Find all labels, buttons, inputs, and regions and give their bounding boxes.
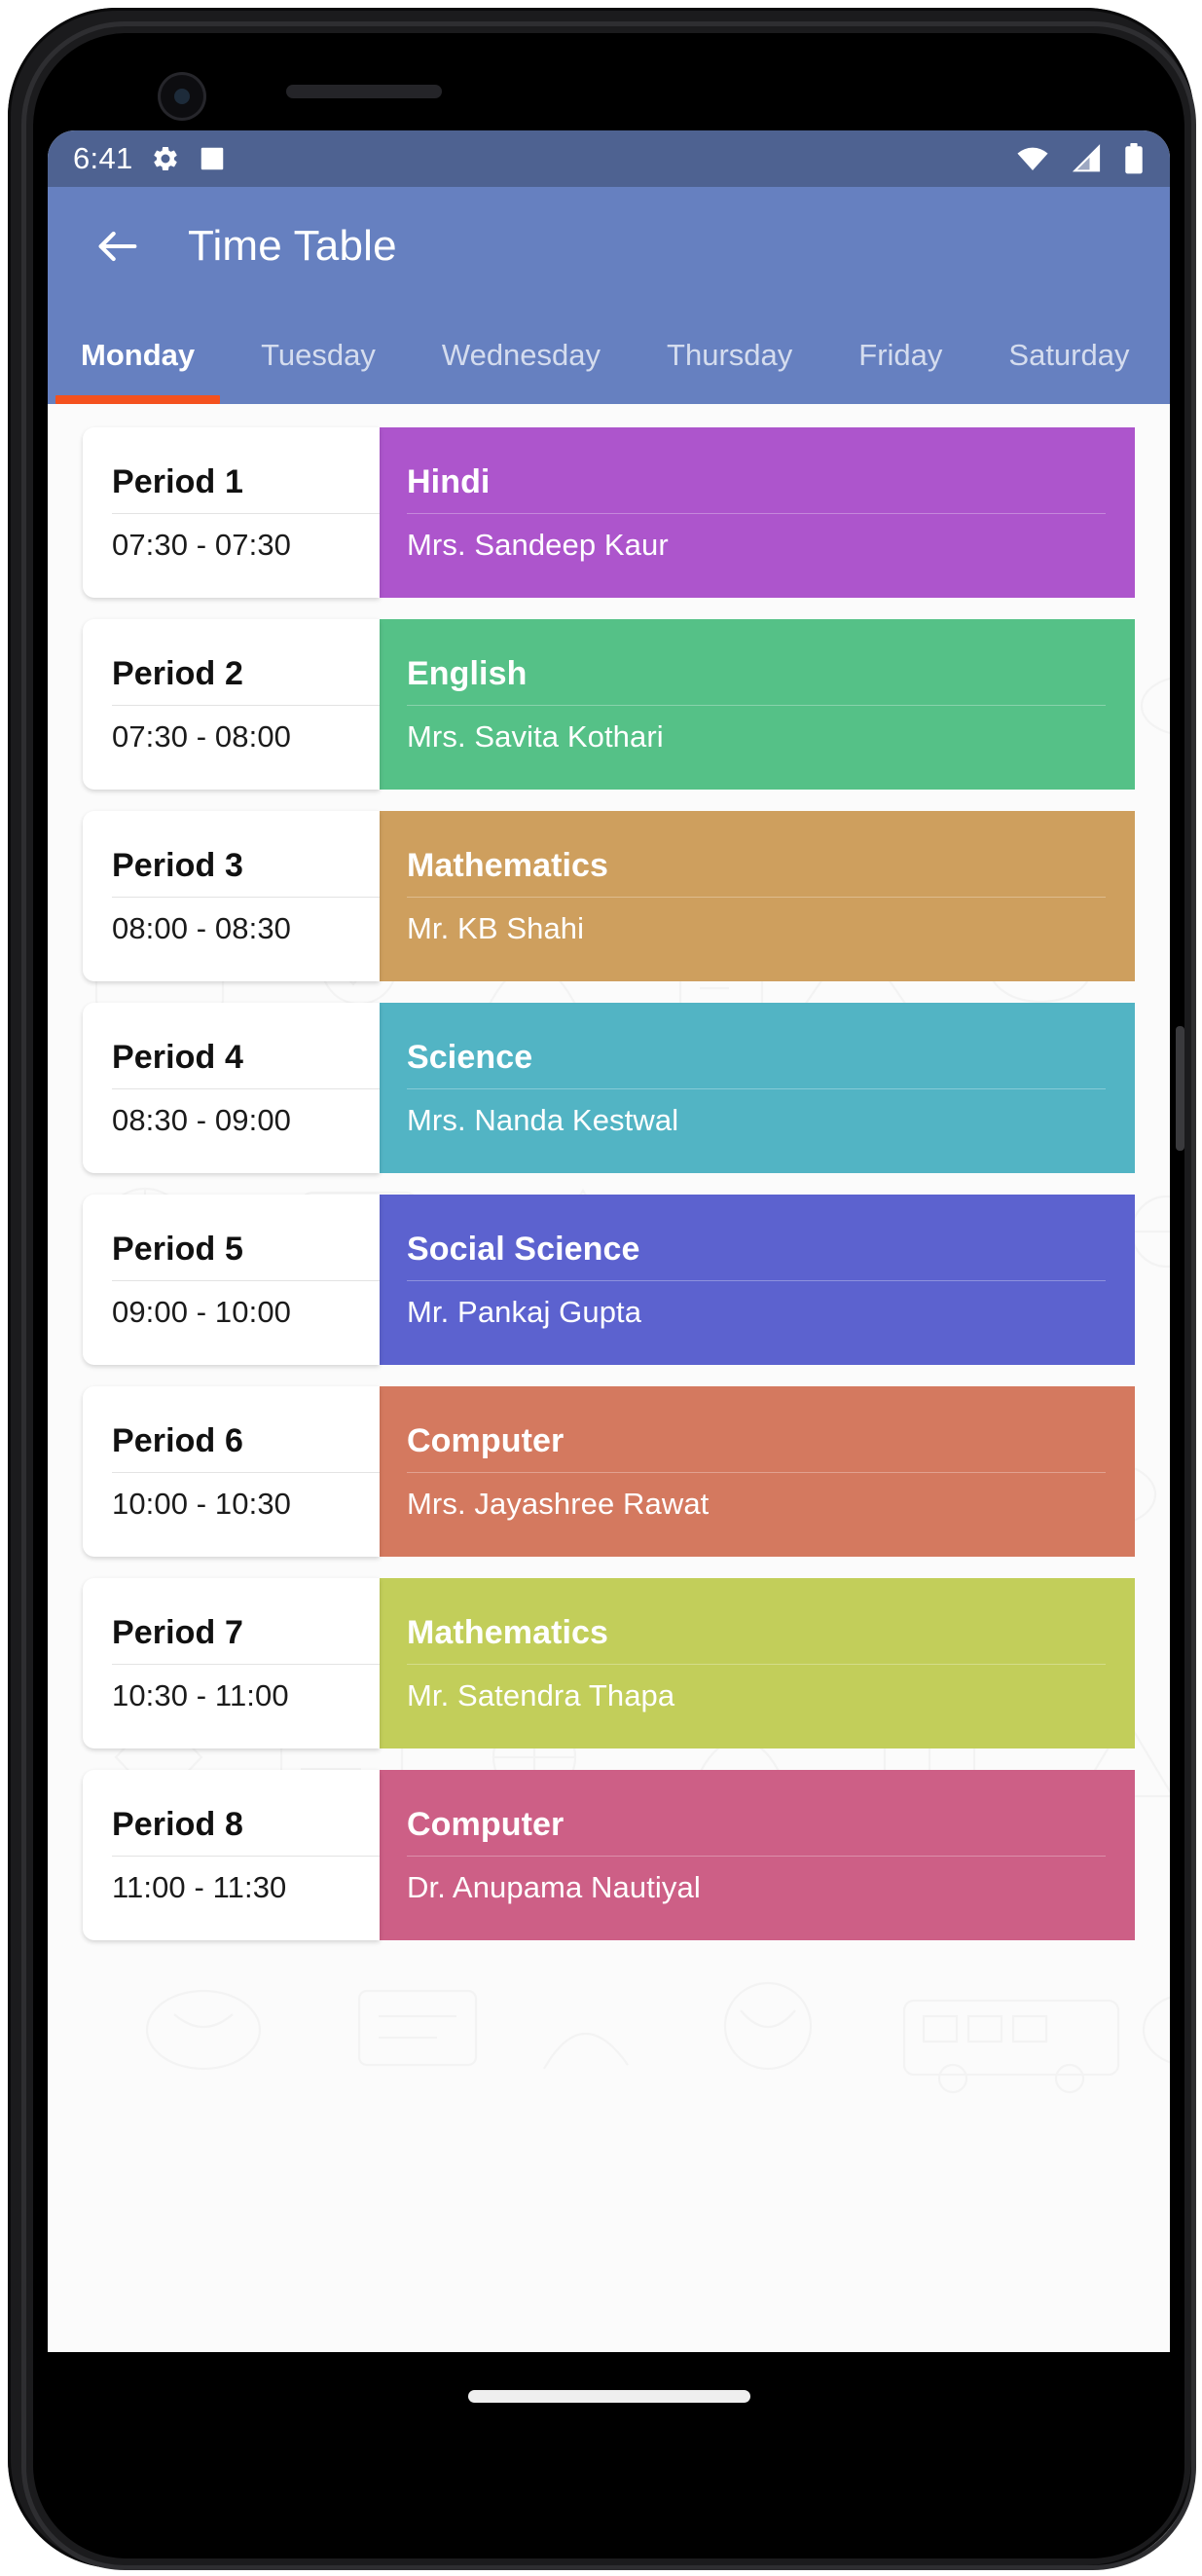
system-navigation-bar xyxy=(48,2352,1170,2440)
subject-label: Computer xyxy=(407,1421,565,1459)
wifi-icon xyxy=(1016,144,1049,173)
front-camera-lens-inner xyxy=(174,89,190,104)
subject-cell[interactable]: Science Mrs. Nanda Kestwal xyxy=(376,1003,1135,1173)
phone-body: 6:41 Time Table Monday Tuesday Wednesday… xyxy=(33,33,1184,2558)
phone-power-button[interactable] xyxy=(1176,1026,1184,1151)
subject-label: Social Science xyxy=(407,1230,640,1268)
teacher-label: Mrs. Nanda Kestwal xyxy=(407,1102,679,1137)
teacher-label: Mr. Pankaj Gupta xyxy=(407,1294,642,1329)
table-row[interactable]: Period 2 07:30 - 08:00 English Mrs. Savita … xyxy=(83,619,1135,790)
tab-tuesday[interactable]: Tuesday xyxy=(228,306,409,404)
teacher-label: Mrs. Savita Kothari xyxy=(407,718,664,754)
table-row[interactable]: Period 4 08:30 - 09:00 Science Mrs. Nanda K… xyxy=(83,1003,1135,1173)
gesture-home-bar[interactable] xyxy=(467,2389,750,2403)
subject-cell[interactable]: English Mrs. Savita Kothari xyxy=(376,619,1135,790)
earpiece-speaker xyxy=(286,85,442,98)
period-label: Period 5 xyxy=(112,1230,243,1268)
status-bar-right xyxy=(1016,143,1145,174)
cellular-signal-icon xyxy=(1071,144,1102,173)
tab-wednesday[interactable]: Wednesday xyxy=(409,306,634,404)
period-time: 08:30 - 09:00 xyxy=(112,1102,292,1137)
subject-label: Mathematics xyxy=(407,846,609,884)
app-bar: Time Table xyxy=(48,187,1170,306)
period-time: 08:00 - 08:30 xyxy=(112,910,292,945)
period-info-cell: Period 3 08:00 - 08:30 xyxy=(83,811,380,981)
period-info-cell: Period 2 07:30 - 08:00 xyxy=(83,619,380,790)
period-label: Period 4 xyxy=(112,1038,243,1076)
subject-cell[interactable]: Mathematics Mr. KB Shahi xyxy=(376,811,1135,981)
subject-label: Hindi xyxy=(407,462,491,500)
period-label: Period 3 xyxy=(112,846,243,884)
arrow-left-icon xyxy=(92,221,143,272)
period-time: 10:30 - 11:00 xyxy=(112,1677,289,1712)
app-notification-icon xyxy=(198,144,227,173)
back-button[interactable] xyxy=(87,215,149,277)
period-time: 07:30 - 08:00 xyxy=(112,718,292,754)
tab-label: Thursday xyxy=(667,337,793,372)
phone-screen: 6:41 Time Table Monday Tuesday Wednesday… xyxy=(48,130,1170,2352)
teacher-label: Mrs. Jayashree Rawat xyxy=(407,1486,710,1521)
subject-cell[interactable]: Social Science Mr. Pankaj Gupta xyxy=(376,1195,1135,1365)
tab-monday[interactable]: Monday xyxy=(48,306,228,404)
period-info-cell: Period 8 11:00 - 11:30 xyxy=(83,1770,380,1940)
subject-label: Science xyxy=(407,1038,533,1076)
period-time: 10:00 - 10:30 xyxy=(112,1486,292,1521)
table-row[interactable]: Period 3 08:00 - 08:30 Mathematics Mr. KB S… xyxy=(83,811,1135,981)
subject-label: Computer xyxy=(407,1805,565,1843)
teacher-label: Mr. KB Shahi xyxy=(407,910,585,945)
battery-icon xyxy=(1123,143,1145,174)
day-tab-bar[interactable]: Monday Tuesday Wednesday Thursday Friday… xyxy=(48,306,1170,404)
front-camera-icon xyxy=(161,75,203,118)
period-info-cell: Period 4 08:30 - 09:00 xyxy=(83,1003,380,1173)
tab-saturday[interactable]: Saturday xyxy=(975,306,1162,404)
tab-label: Friday xyxy=(858,337,943,372)
timetable-scroll-area[interactable]: Period 1 07:30 - 07:30 Hindi Mrs. Sandeep K… xyxy=(48,404,1170,2352)
subject-cell[interactable]: Computer Mrs. Jayashree Rawat xyxy=(376,1386,1135,1557)
table-row[interactable]: Period 1 07:30 - 07:30 Hindi Mrs. Sandeep K… xyxy=(83,427,1135,598)
table-row[interactable]: Period 8 11:00 - 11:30 Computer Dr. Anupama… xyxy=(83,1770,1135,1940)
phone-frame: 6:41 Time Table Monday Tuesday Wednesday… xyxy=(8,8,1196,2570)
period-time: 07:30 - 07:30 xyxy=(112,527,292,562)
tab-label: Wednesday xyxy=(441,337,601,372)
tab-thursday[interactable]: Thursday xyxy=(634,306,825,404)
status-clock: 6:41 xyxy=(73,141,133,175)
subject-cell[interactable]: Hindi Mrs. Sandeep Kaur xyxy=(376,427,1135,598)
tab-label: Monday xyxy=(81,337,196,372)
table-row[interactable]: Period 5 09:00 - 10:00 Social Science Mr. P… xyxy=(83,1195,1135,1365)
tab-friday[interactable]: Friday xyxy=(825,306,975,404)
period-info-cell: Period 6 10:00 - 10:30 xyxy=(83,1386,380,1557)
period-time: 09:00 - 10:00 xyxy=(112,1294,292,1329)
period-label: Period 8 xyxy=(112,1805,243,1843)
table-row[interactable]: Period 7 10:30 - 11:00 Mathematics Mr. Sate… xyxy=(83,1578,1135,1748)
period-info-cell: Period 1 07:30 - 07:30 xyxy=(83,427,380,598)
period-list: Period 1 07:30 - 07:30 Hindi Mrs. Sandeep K… xyxy=(48,404,1170,1979)
period-info-cell: Period 5 09:00 - 10:00 xyxy=(83,1195,380,1365)
status-bar: 6:41 xyxy=(48,130,1170,187)
period-info-cell: Period 7 10:30 - 11:00 xyxy=(83,1578,380,1748)
period-label: Period 7 xyxy=(112,1613,243,1651)
gear-icon xyxy=(151,144,180,173)
tab-label: Saturday xyxy=(1008,337,1130,372)
status-bar-left: 6:41 xyxy=(73,141,227,176)
subject-label: English xyxy=(407,654,528,692)
period-label: Period 1 xyxy=(112,462,243,500)
subject-cell[interactable]: Mathematics Mr. Satendra Thapa xyxy=(376,1578,1135,1748)
table-row[interactable]: Period 6 10:00 - 10:30 Computer Mrs. Jayash… xyxy=(83,1386,1135,1557)
tab-label: Tuesday xyxy=(261,337,376,372)
subject-label: Mathematics xyxy=(407,1613,609,1651)
period-label: Period 6 xyxy=(112,1421,243,1459)
teacher-label: Mrs. Sandeep Kaur xyxy=(407,527,669,562)
page-title: Time Table xyxy=(188,222,397,270)
teacher-label: Mr. Satendra Thapa xyxy=(407,1677,675,1712)
period-time: 11:00 - 11:30 xyxy=(112,1869,287,1904)
period-label: Period 2 xyxy=(112,654,243,692)
teacher-label: Dr. Anupama Nautiyal xyxy=(407,1869,701,1904)
subject-cell[interactable]: Computer Dr. Anupama Nautiyal xyxy=(376,1770,1135,1940)
